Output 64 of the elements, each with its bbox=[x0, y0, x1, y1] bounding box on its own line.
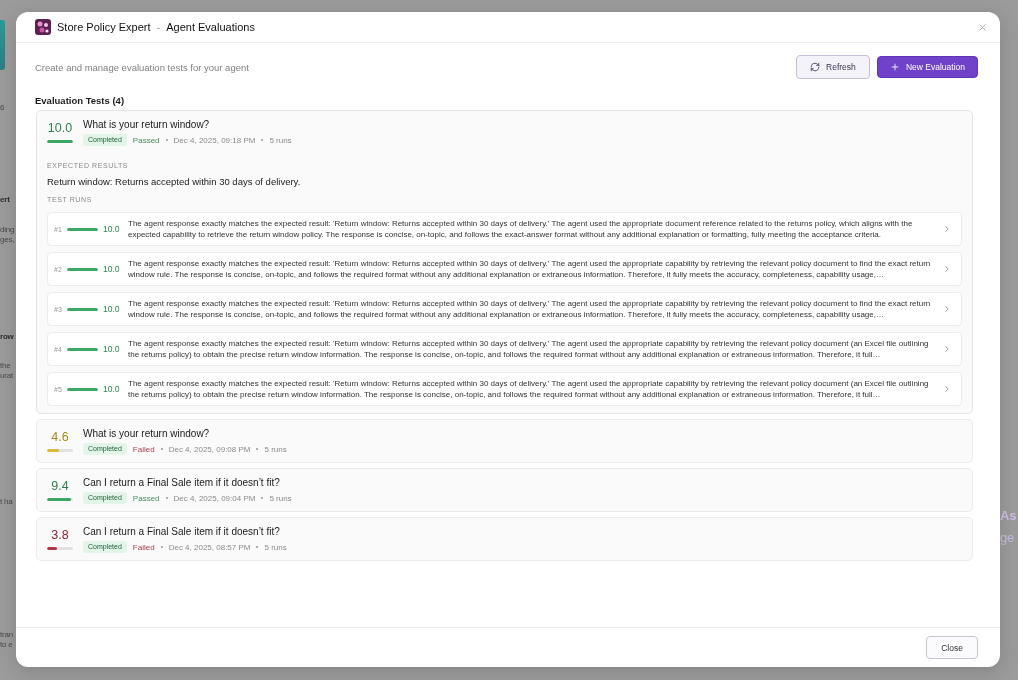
expected-result-text: Return window: Returns accepted within 30 days of delivery. bbox=[47, 175, 301, 188]
test-run-row[interactable] bbox=[47, 252, 962, 286]
run-score: 10.0 bbox=[103, 344, 120, 354]
image-placeholder bbox=[0, 20, 5, 70]
runs-count-text: 5 runs bbox=[264, 542, 287, 552]
dialog-title: Agent Evaluations bbox=[166, 21, 255, 33]
partial-text: urat bbox=[0, 371, 13, 381]
partial-heading-text: ert bbox=[0, 195, 10, 205]
section-title: Evaluation Tests (4) bbox=[35, 95, 125, 107]
outcome-text: Failed bbox=[132, 444, 155, 454]
runs-count-text: 5 runs bbox=[269, 493, 292, 503]
partial-text: 6 bbox=[0, 103, 5, 113]
title-separator: - bbox=[156, 21, 161, 33]
partial-text: ding bbox=[0, 225, 15, 235]
evaluation-title: What is your return window? bbox=[83, 427, 210, 440]
chevron-right-icon bbox=[942, 224, 952, 234]
test-run-row[interactable] bbox=[47, 292, 962, 326]
score-value: 4.6 bbox=[51, 430, 69, 445]
partial-text: tran bbox=[0, 630, 13, 640]
chevron-right-icon bbox=[942, 264, 952, 274]
chevron-right-icon bbox=[942, 384, 952, 394]
partial-heading-text: As bbox=[1000, 508, 1017, 524]
partial-text: ges, bbox=[0, 235, 15, 245]
partial-text: ge bbox=[1000, 530, 1015, 546]
outcome-text: Passed bbox=[132, 135, 160, 145]
run-score: 10.0 bbox=[103, 264, 120, 274]
refresh-button[interactable]: Refresh bbox=[795, 55, 870, 79]
run-score: 10.0 bbox=[103, 304, 120, 314]
runs-count-text: 5 runs bbox=[264, 444, 287, 454]
test-run-row[interactable] bbox=[47, 372, 962, 406]
test-run-row[interactable] bbox=[47, 212, 962, 246]
run-score: 10.0 bbox=[103, 224, 120, 234]
refresh-icon bbox=[810, 62, 821, 72]
partial-text: the bbox=[0, 361, 11, 371]
outcome-text: Failed bbox=[132, 542, 155, 552]
score-value: 9.4 bbox=[51, 479, 69, 494]
run-feedback-text: The agent response exactly matches the expected result: 'Return window: Returns accepted within 30 days of delivery.' The agent used the appropriate capability by retrieving the relevant policy document (an Excel file outlining the returns policy) to obtain the precise return window information. The response is concise, on-topic, and follows the required format without any additional explanation or extraneous information. Therefore, it full… bbox=[128, 338, 930, 360]
date-text: Dec 4, 2025, 09:08 PM bbox=[168, 444, 251, 454]
dialog-subtitle: Create and manage evaluation tests for your agent bbox=[35, 61, 249, 73]
date-text: Dec 4, 2025, 09:18 PM bbox=[173, 135, 256, 145]
evaluation-title: Can I return a Final Sale item if it doesn’t fit? bbox=[83, 525, 280, 538]
run-score: 10.0 bbox=[103, 384, 120, 394]
date-text: Dec 4, 2025, 09:04 PM bbox=[173, 493, 256, 503]
plus-icon bbox=[889, 62, 900, 72]
evaluation-title: Can I return a Final Sale item if it doesn’t fit? bbox=[83, 476, 280, 489]
test-run-row[interactable] bbox=[47, 332, 962, 366]
score-value: 10.0 bbox=[47, 121, 73, 136]
outcome-text: Passed bbox=[132, 493, 160, 503]
score-value: 3.8 bbox=[51, 528, 69, 543]
chevron-right-icon bbox=[942, 304, 952, 314]
new-evaluation-button[interactable]: New Evaluation bbox=[876, 56, 978, 78]
app-logo-icon bbox=[35, 19, 51, 35]
run-feedback-text: The agent response exactly matches the expected result: 'Return window: Returns accepted within 30 days of delivery.' The agent used the appropriate capability by retrieving the relevant policy document (an Excel file outlining the returns policy) to obtain the precise return window information. The response is concise, on-topic, and follows the required format without any additional explanation or extraneous information. Therefore, it full… bbox=[128, 378, 930, 400]
app-name: Store Policy Expert bbox=[57, 21, 151, 33]
evaluation-title: What is your return window? bbox=[83, 118, 210, 131]
chevron-right-icon bbox=[942, 344, 952, 354]
run-feedback-text: The agent response exactly matches the expected result: 'Return window: Returns accepted within 30 days of delivery.' The agent used the appropriate capability by retrieving the relevant policy document to find the exact return window rule. The response is concise, on-topic, and follows the required format without any additional explanation or extraneous information. Therefore, it fully meets the accuracy, completeness, capability usage,… bbox=[128, 258, 932, 280]
runs-count-text: 5 runs bbox=[269, 135, 292, 145]
run-feedback-text: The agent response exactly matches the expected result: 'Return window: Returns accepted within 30 days of delivery.' The agent used the appropriate capability by retrieving the relevant policy document to find the exact return window rule. The response is concise, on-topic, and follows the required format without any additional explanation or extraneous information. Therefore, it fully meets the accuracy, completeness, capability usage,… bbox=[128, 298, 932, 320]
evaluation-card[interactable] bbox=[36, 110, 973, 414]
date-text: Dec 4, 2025, 08:57 PM bbox=[168, 542, 251, 552]
partial-heading-text: row bbox=[0, 332, 14, 342]
run-feedback-text: The agent response exactly matches the expected result: 'Return window: Returns accepted within 30 days of delivery.' The agent used the appropriate document reference related to the returns policy, which aligns with the expected capability to retrieve the return window policy. The response is concise, on-topic, and follows the exact-answer format without any additional explanation or formatting, fully meeting the acceptance criteria. bbox=[128, 218, 914, 240]
close-button[interactable]: Close bbox=[926, 636, 978, 659]
